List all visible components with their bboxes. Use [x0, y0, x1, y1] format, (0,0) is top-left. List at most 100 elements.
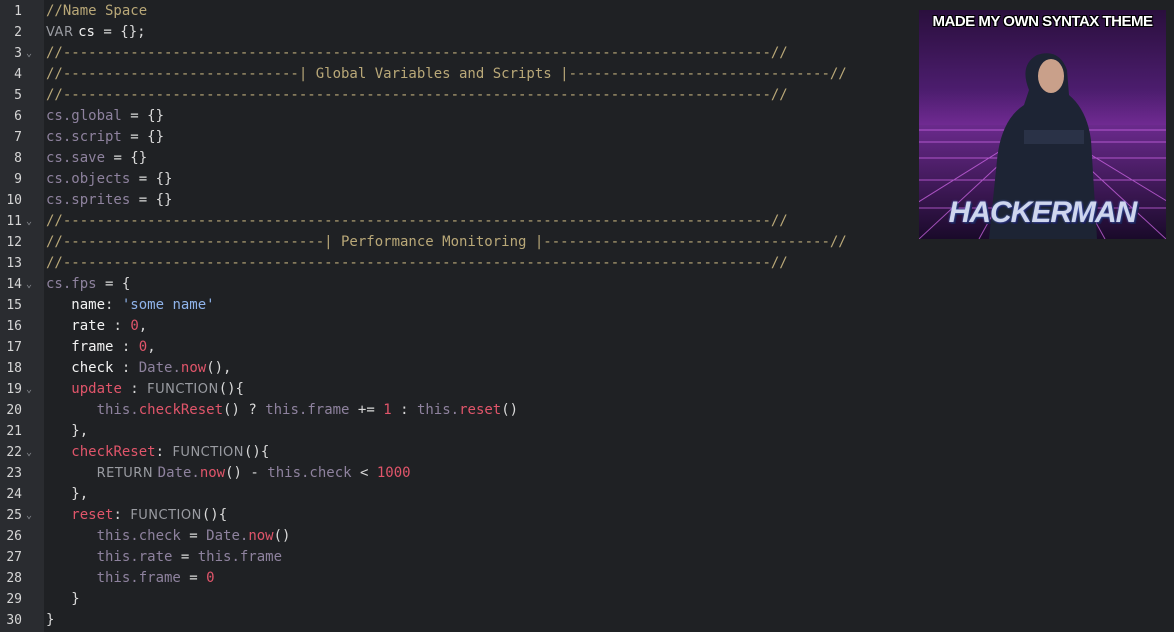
code-token: Date.: [206, 528, 249, 544]
code-token: 0: [206, 570, 215, 586]
fold-chevron-icon[interactable]: ⌄: [26, 442, 32, 463]
code-token: this.: [96, 402, 139, 418]
code-text: this.rate = this.frame: [46, 547, 282, 568]
code-text: },: [46, 484, 88, 505]
code-token: =: [172, 549, 198, 565]
code-token: (): [273, 528, 291, 544]
code-text: checkReset: FUNCTION(){: [46, 442, 269, 463]
code-text: //Name Space: [46, 1, 147, 22]
code-text: name: 'some name': [46, 295, 215, 316]
code-token: 0: [130, 318, 139, 334]
code-token: FUNCTION: [147, 382, 219, 397]
code-token: ,: [147, 339, 156, 355]
line-number: 17: [6, 340, 22, 355]
code-token: = {}: [105, 150, 148, 166]
code-token: Date.: [157, 465, 200, 481]
code-token: frame: [71, 339, 114, 355]
line-number: 13: [6, 256, 22, 271]
code-token: cs.sprites: [46, 192, 131, 208]
code-token: //-------------------------------| Perfo…: [46, 234, 847, 250]
line-number: 3: [14, 46, 22, 61]
code-token: :: [155, 444, 173, 460]
code-token: :: [121, 381, 148, 397]
fold-chevron-icon[interactable]: ⌄: [26, 274, 32, 295]
line-number: 6: [14, 109, 22, 124]
line-number: 5: [14, 88, 22, 103]
code-text: VAR cs = {};: [46, 22, 146, 43]
code-token: }: [46, 612, 55, 628]
code-text: cs.script = {}: [46, 127, 164, 148]
code-token: = {};: [94, 24, 146, 40]
code-token: = {}: [121, 108, 165, 124]
code-token: 1000: [376, 465, 411, 481]
code-text: cs.sprites = {}: [46, 190, 172, 211]
line-number: 20: [6, 403, 22, 418]
code-token: Date.: [138, 360, 181, 376]
code-text: this.frame = 0: [46, 568, 215, 589]
line-number: 11: [6, 214, 22, 229]
code-token: cs.script: [46, 129, 122, 145]
fold-chevron-icon[interactable]: ⌄: [26, 211, 32, 232]
code-token: rate: [71, 318, 106, 334]
code-token: //--------------------------------------…: [46, 213, 788, 229]
code-token: 'some name': [121, 297, 215, 313]
code-token: update: [71, 381, 122, 397]
code-text: frame : 0,: [46, 337, 156, 358]
line-number: 2: [14, 25, 22, 40]
line-number: 23: [6, 466, 22, 481]
code-token: =: [180, 570, 207, 586]
code-token: =: [180, 528, 207, 544]
code-token: :: [113, 339, 139, 355]
code-token: cs.fps: [46, 276, 97, 292]
code-text: },: [46, 421, 88, 442]
fold-chevron-icon[interactable]: ⌄: [26, 505, 32, 526]
code-text: rate : 0,: [46, 316, 147, 337]
meme-title-text: HACKERMAN: [948, 196, 1138, 229]
code-token: cs: [78, 24, 95, 40]
code-text: cs.fps = {: [46, 274, 130, 295]
code-token: +=: [349, 402, 384, 418]
line-number: 18: [6, 361, 22, 376]
line-number: 10: [6, 193, 22, 208]
code-text: check : Date.now(),: [46, 358, 231, 379]
code-text: }: [46, 589, 79, 610]
code-token: name: [71, 297, 106, 313]
code-token: (): [501, 402, 519, 418]
line-number: 16: [6, 319, 22, 334]
code-token: VAR: [46, 25, 79, 40]
code-token: (){: [243, 444, 270, 460]
line-number: 7: [14, 130, 22, 145]
code-text: cs.global = {}: [46, 106, 164, 127]
code-token: cs.global: [46, 108, 122, 124]
meme-caption: MADE MY OWN SYNTAX THEME: [932, 13, 1153, 30]
line-number: 8: [14, 151, 22, 166]
code-token: = {}: [130, 192, 173, 208]
code-text: //--------------------------------------…: [46, 253, 788, 274]
code-token: :: [105, 318, 131, 334]
code-token: cs.objects: [46, 171, 131, 187]
code-text: //-------------------------------| Perfo…: [46, 232, 847, 253]
code-token: <: [351, 465, 377, 481]
code-token: this.frame: [265, 402, 350, 418]
code-editor[interactable]: 1 //Name Space 2 VAR cs = {}; 3 ⌄ //----------…: [0, 0, 900, 632]
line-number: 21: [6, 424, 22, 439]
code-token: //--------------------------------------…: [46, 87, 788, 103]
code-text: RETURN Date.now() - this.check < 1000: [46, 463, 411, 484]
fold-chevron-icon[interactable]: ⌄: [26, 379, 32, 400]
line-number: 12: [6, 235, 22, 250]
code-text: //--------------------------------------…: [46, 211, 788, 232]
fold-chevron-icon[interactable]: ⌄: [26, 43, 32, 64]
line-number: 24: [6, 487, 22, 502]
code-text: cs.save = {}: [46, 148, 147, 169]
code-token: = {}: [130, 171, 173, 187]
code-token: () -: [225, 465, 268, 481]
code-token: //----------------------------| Global V…: [46, 66, 847, 82]
